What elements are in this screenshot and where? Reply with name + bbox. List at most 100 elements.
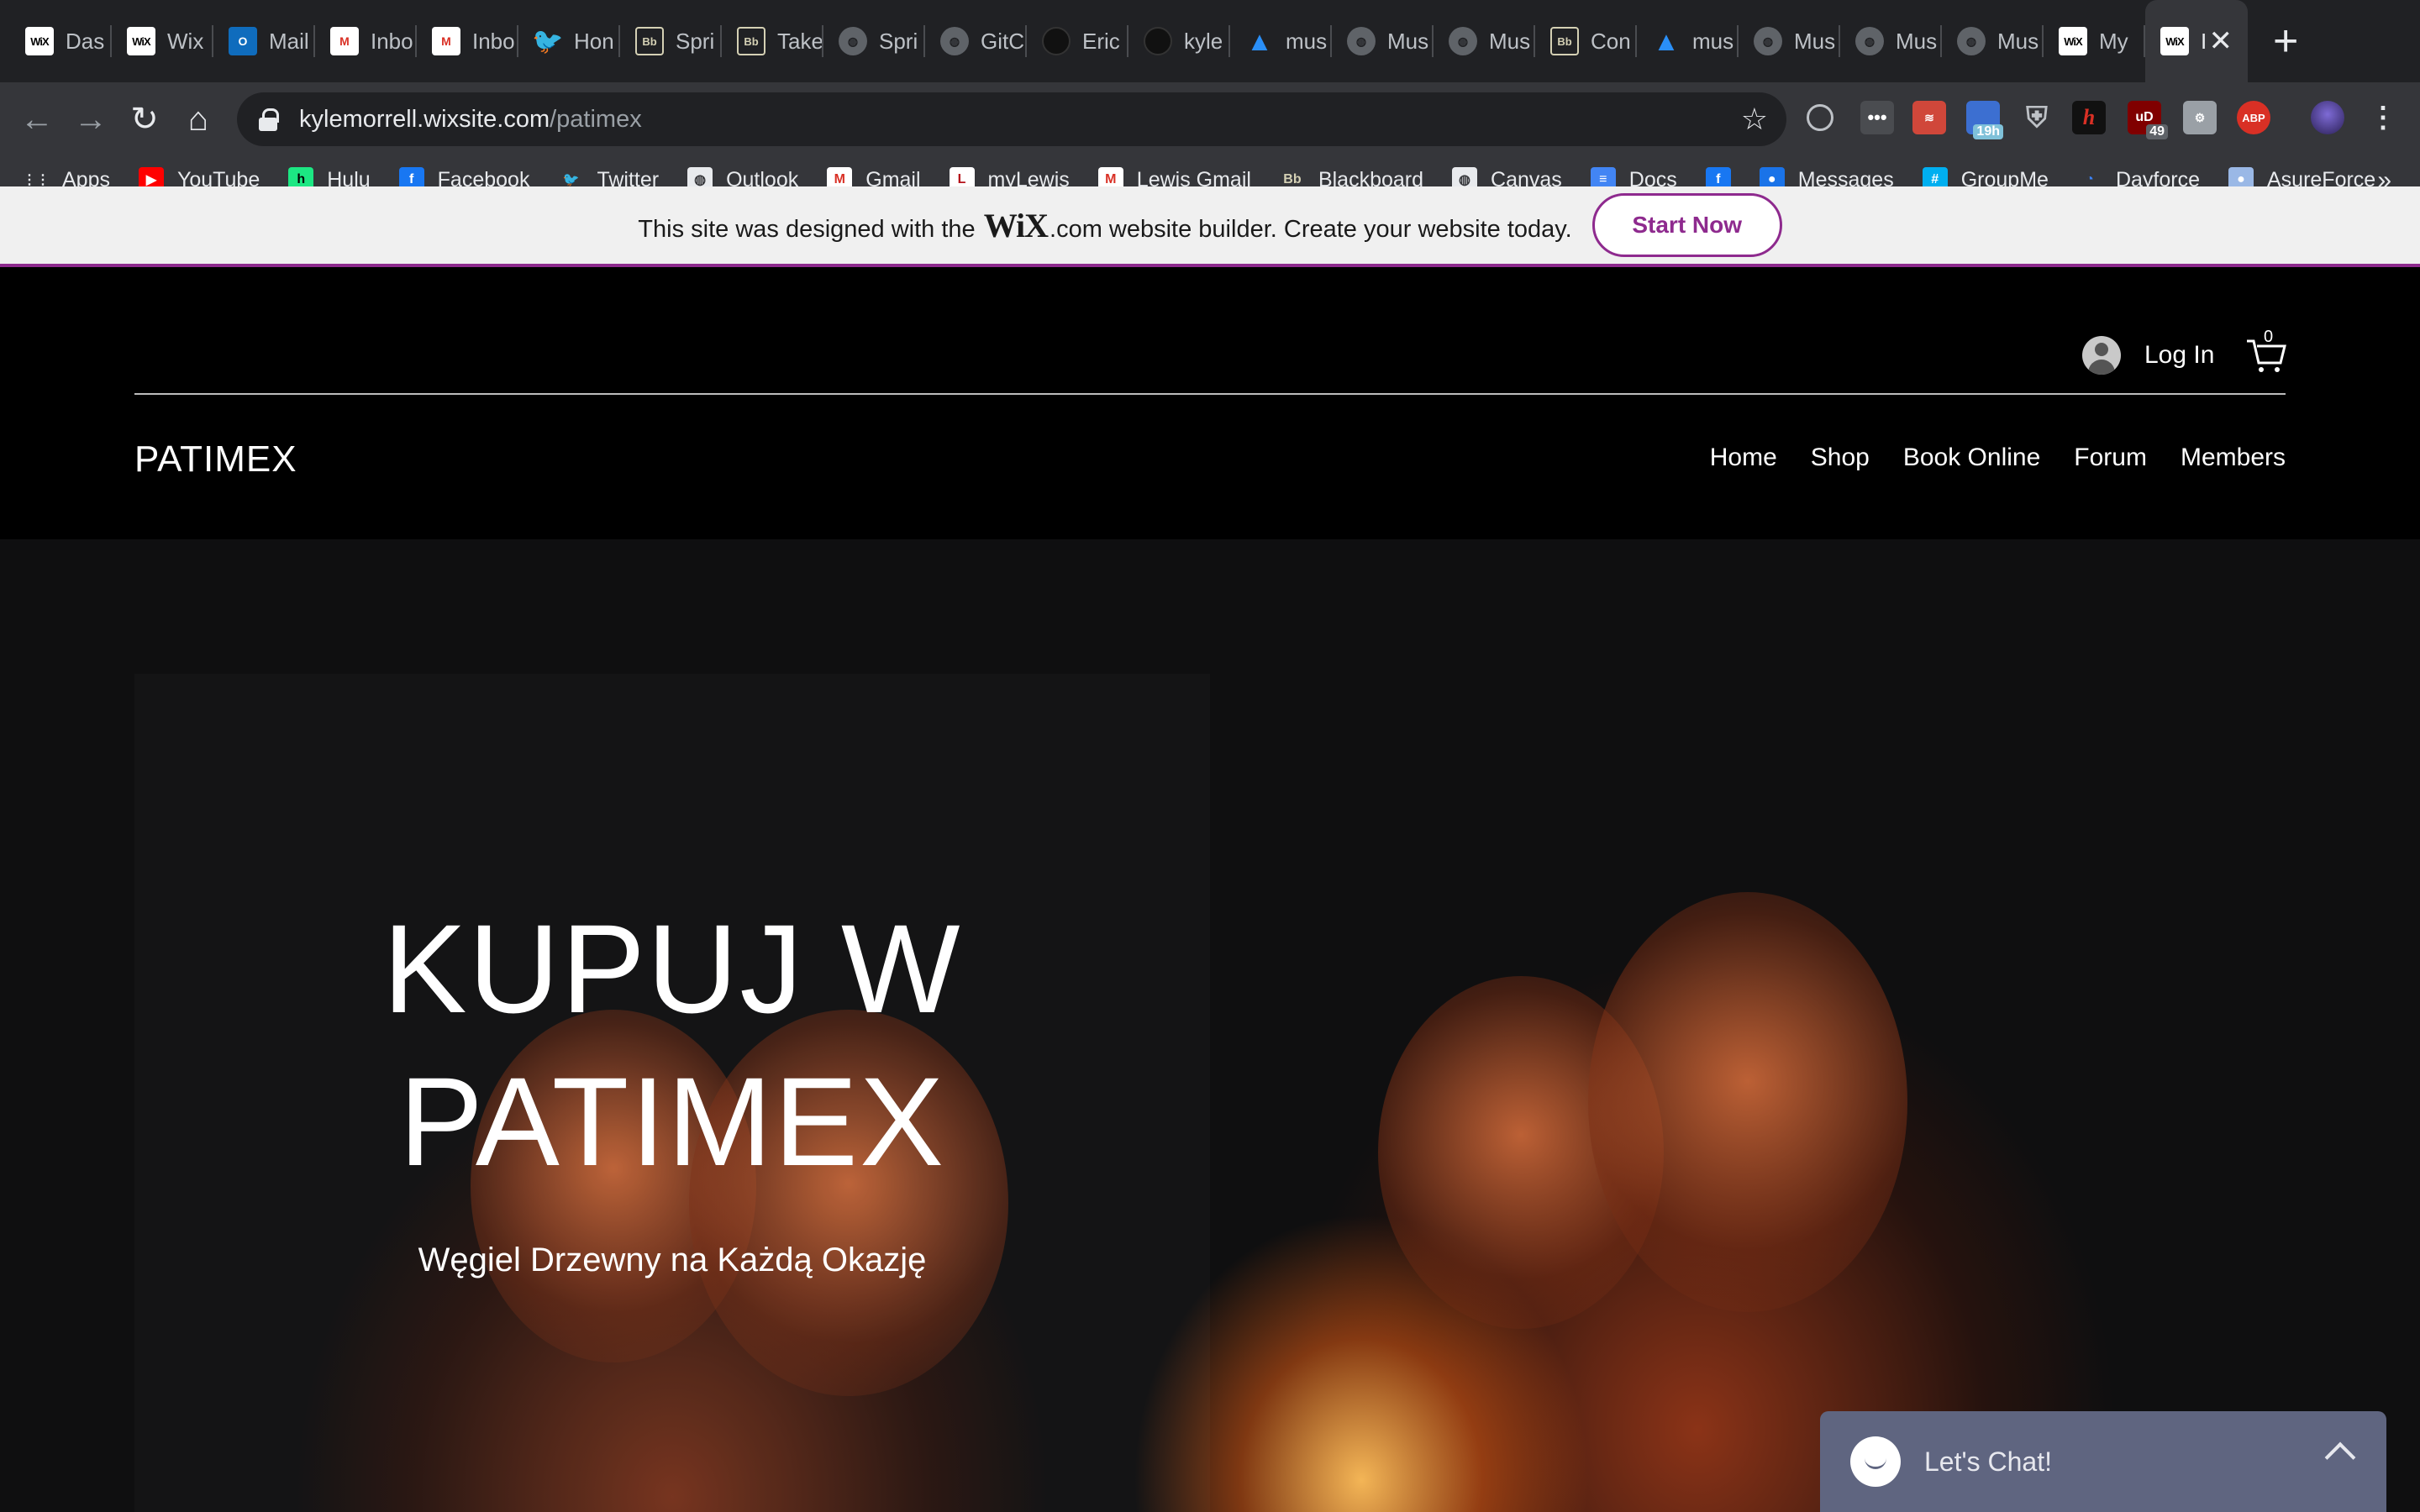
menu-kebab-icon[interactable]: ⋮ <box>2366 101 2400 134</box>
wix-icon: WiX <box>2160 27 2189 55</box>
wix-banner-message: This site was designed with the WiX.com … <box>638 206 1571 245</box>
browser-tab[interactable]: Bb Spri <box>620 0 722 82</box>
puzzle-extension-icon[interactable]: ⚙ <box>2183 101 2217 134</box>
hero-photo-person <box>1588 892 1907 1312</box>
close-tab-icon[interactable]: ✕ <box>2209 25 2233 57</box>
tab-title: mus <box>1692 28 1734 54</box>
browser-tab[interactable]: ◍ Mus <box>1332 0 1434 82</box>
tab-title: Eric <box>1082 28 1120 54</box>
new-tab-button[interactable]: + <box>2273 19 2298 63</box>
nav-item-forum[interactable]: Forum <box>2074 444 2147 472</box>
tab-strip: WiX Das WiX Wix O Mail M Inbo M Inbo 🐦 Hon Bb Spri Bb T… <box>0 0 2420 82</box>
nav-item-members[interactable]: Members <box>2181 444 2286 472</box>
hero-title-line2: PATIMEX <box>398 1051 946 1192</box>
chevron-up-icon[interactable] <box>2324 1441 2356 1473</box>
browser-tab[interactable]: WiX Das <box>10 0 112 82</box>
back-button[interactable]: ← <box>12 94 62 144</box>
browser-tab[interactable]: ▲ mus <box>1637 0 1739 82</box>
todoist-extension-icon[interactable]: ≋ <box>1912 101 1946 134</box>
wix-logo[interactable]: WiX <box>984 207 1049 244</box>
browser-tab[interactable]: M Inbo <box>315 0 417 82</box>
hero-title: KUPUJ W PATIMEX <box>370 892 975 1198</box>
tab-title: mus <box>1286 28 1328 54</box>
hero-title-line1: KUPUJ W <box>382 898 962 1039</box>
login-label: Log In <box>2144 341 2215 369</box>
timer-badge: 19h <box>1973 124 2003 139</box>
profile-avatar[interactable] <box>2311 101 2344 134</box>
reload-button[interactable]: ↻ <box>119 94 170 144</box>
browser-tab[interactable]: ▲ mus <box>1230 0 1332 82</box>
site-header: Log In 0 PATIMEX Home Shop Book Online Foru… <box>0 270 2420 539</box>
start-now-button[interactable]: Start Now <box>1591 193 1782 257</box>
browser-tab[interactable]: Eric <box>1027 0 1128 82</box>
blackboard-icon: Bb <box>635 27 664 55</box>
browser-tab[interactable]: O Mail <box>213 0 315 82</box>
blackboard-icon: Bb <box>1550 27 1579 55</box>
lock-icon <box>259 108 279 131</box>
tab-title: kyle <box>1184 28 1223 54</box>
ublock-extension-icon[interactable]: uD 49 <box>2128 101 2168 139</box>
home-button[interactable]: ⌂ <box>173 94 224 144</box>
site-brand[interactable]: PATIMEX <box>134 438 297 480</box>
nav-item-book-online[interactable]: Book Online <box>1903 444 2040 472</box>
url-path: /patimex <box>550 105 642 133</box>
bulb-extension-icon[interactable] <box>1807 104 1833 131</box>
wix-promo-banner: This site was designed with the WiX.com … <box>0 186 2420 267</box>
gmail-icon: M <box>432 27 460 55</box>
browser-tab[interactable]: Bb Con <box>1535 0 1637 82</box>
nav-item-home[interactable]: Home <box>1710 444 1777 472</box>
globe-icon: ◍ <box>1957 27 1986 55</box>
ublock-badge: 49 <box>2146 124 2168 139</box>
adblock-extension-icon[interactable]: ABP <box>2237 101 2270 134</box>
browser-tab[interactable]: WiX I ✕ <box>2145 0 2248 82</box>
bookmark-star-icon[interactable]: ☆ <box>1741 102 1768 136</box>
chat-widget[interactable]: Let's Chat! <box>1820 1411 2386 1512</box>
tab-title: Wix <box>167 28 204 54</box>
forward-button[interactable]: → <box>66 94 116 144</box>
browser-tab[interactable]: ◍ Mus <box>1942 0 2044 82</box>
tab-title: Inbo <box>371 28 413 54</box>
tab-title: My <box>2099 28 2128 54</box>
tab-title: Das <box>66 28 105 54</box>
browser-tab[interactable]: 🐦 Hon <box>518 0 620 82</box>
chat-label: Let's Chat! <box>1924 1446 2052 1477</box>
outlook-icon: O <box>229 27 257 55</box>
globe-icon: ◍ <box>1449 27 1477 55</box>
browser-tab[interactable]: kyle <box>1128 0 1230 82</box>
browser-tab[interactable]: ◍ Mus <box>1434 0 1535 82</box>
twitter-icon: 🐦 <box>532 27 564 55</box>
browser-tab[interactable]: WiX Wix <box>112 0 213 82</box>
browser-tab[interactable]: ◍ GitC <box>925 0 1027 82</box>
browser-tab[interactable]: Bb Take <box>722 0 823 82</box>
browser-tab[interactable]: ◍ Mus <box>1840 0 1942 82</box>
wix-banner-text-post: .com website builder. Create your websit… <box>1050 215 1572 243</box>
dots-extension-icon[interactable]: ••• <box>1860 101 1894 134</box>
browser-tab[interactable]: ◍ Mus <box>1739 0 1840 82</box>
nav-row: ← → ↻ ⌂ kylemorrell.wixsite.com/patimex … <box>0 82 2420 156</box>
tab-title: Hon <box>574 28 614 54</box>
wix-icon: WiX <box>2059 27 2087 55</box>
shield-extension-icon[interactable]: ⛨ <box>2020 101 2054 134</box>
browser-tab[interactable]: M Inbo <box>417 0 518 82</box>
github-icon <box>1042 27 1071 55</box>
reload-icon: ↻ <box>130 101 159 138</box>
globe-icon: ◍ <box>940 27 969 55</box>
browser-tab[interactable]: WiX My <box>2044 0 2145 82</box>
wix-banner-text-pre: This site was designed with the <box>638 215 976 243</box>
cart-button[interactable]: 0 <box>2245 328 2287 375</box>
nav-item-shop[interactable]: Shop <box>1811 444 1870 472</box>
login-button[interactable]: Log In <box>2082 336 2214 375</box>
smiley-icon <box>1850 1436 1901 1487</box>
globe-icon: ◍ <box>839 27 867 55</box>
globe-icon: ◍ <box>1754 27 1782 55</box>
honey-extension-icon[interactable]: h <box>2072 101 2106 134</box>
tab-title: I <box>2201 28 2207 54</box>
timer-extension-icon[interactable]: 19h <box>1966 101 2003 139</box>
wix-icon: WiX <box>25 27 54 55</box>
azure-icon: ▲ <box>1246 25 1273 56</box>
arrow-left-icon: ← <box>20 100 54 138</box>
address-bar[interactable]: kylemorrell.wixsite.com/patimex ☆ <box>237 92 1786 146</box>
browser-tab[interactable]: ◍ Spri <box>823 0 925 82</box>
tab-title: Spri <box>676 28 715 54</box>
user-avatar-icon <box>2082 336 2121 375</box>
